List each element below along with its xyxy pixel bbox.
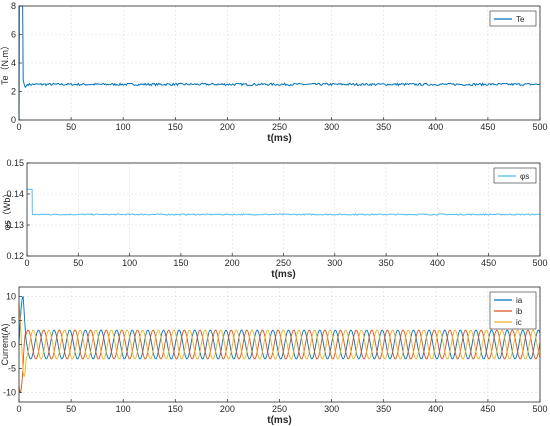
y-axis-label: Current(A) — [0, 323, 10, 365]
torque-chart: 0 50 100 150 200 250 300 350 400 450 500 0 2 4 6 8 t(m… — [0, 1, 548, 144]
x-tick-label: 150 — [173, 258, 188, 268]
y-tick-label: 0.15 — [6, 158, 24, 168]
x-tick-label: 350 — [376, 122, 391, 132]
y-tick-label: 0 — [11, 340, 16, 350]
y-tick-label: 6 — [11, 30, 16, 40]
x-tick-label: 50 — [73, 258, 83, 268]
x-tick-label: 450 — [481, 258, 496, 268]
legend-label: ib — [516, 307, 523, 316]
x-axis-label: t(ms) — [267, 415, 291, 426]
y-tick-labels: 0 2 4 6 8 — [11, 1, 22, 125]
x-tick-label: 250 — [276, 258, 291, 268]
grid — [18, 5, 541, 121]
x-tick-labels: 0 50 100 150 200 250 300 350 400 450 500 — [24, 253, 548, 268]
y-tick-label: 5 — [11, 316, 16, 326]
y-tick-label: 0.12 — [6, 251, 24, 261]
legend: ia ib ic — [489, 291, 537, 330]
x-tick-label: 50 — [66, 122, 76, 132]
x-tick-label: 100 — [122, 258, 137, 268]
x-tick-labels: 0 50 100 150 200 250 300 350 400 450 500 — [16, 117, 548, 132]
x-tick-label: 250 — [272, 122, 287, 132]
x-tick-label: 400 — [428, 404, 443, 414]
y-axis-label: Te（N.m） — [0, 41, 10, 85]
legend-label: Te — [516, 15, 525, 24]
x-tick-label: 350 — [376, 404, 391, 414]
x-tick-label: 300 — [324, 122, 339, 132]
x-tick-label: 400 — [430, 258, 445, 268]
x-tick-label: 0 — [16, 122, 21, 132]
x-tick-label: 200 — [225, 258, 240, 268]
x-tick-label: 450 — [480, 122, 495, 132]
y-tick-label: 4 — [11, 58, 16, 68]
grid — [26, 162, 541, 257]
x-tick-label: 200 — [220, 404, 235, 414]
legend: φs — [493, 167, 537, 184]
x-tick-label: 0 — [24, 258, 29, 268]
x-tick-label: 100 — [116, 404, 131, 414]
x-tick-label: 300 — [324, 404, 339, 414]
flux-chart: 0 50 100 150 200 250 300 350 400 450 500 0.120.130… — [2, 158, 548, 280]
x-tick-label: 500 — [532, 122, 547, 132]
x-tick-label: 0 — [16, 404, 21, 414]
y-tick-label: 0 — [11, 115, 16, 125]
x-tick-label: 350 — [379, 258, 394, 268]
x-tick-label: 500 — [532, 404, 547, 414]
x-tick-label: 500 — [532, 258, 547, 268]
x-tick-label: 50 — [66, 404, 76, 414]
y-tick-label: 2 — [11, 87, 16, 97]
legend-label: ic — [516, 318, 522, 327]
y-tick-label: 8 — [11, 1, 16, 11]
legend-label: φs — [520, 172, 529, 181]
x-tick-label: 300 — [327, 258, 342, 268]
x-tick-label: 150 — [168, 122, 183, 132]
x-tick-label: 400 — [428, 122, 443, 132]
x-tick-label: 250 — [272, 404, 287, 414]
y-axis-label: φs（Wb） — [2, 189, 12, 231]
figure: 0 50 100 150 200 250 300 350 400 450 500 02468 t(m… — [0, 1, 548, 426]
x-tick-label: 150 — [168, 404, 183, 414]
x-tick-label: 450 — [480, 404, 495, 414]
x-tick-label: 200 — [220, 122, 235, 132]
x-axis-label: t(ms) — [271, 269, 295, 280]
x-tick-label: 100 — [116, 122, 131, 132]
current-chart: 0 50 100 150 200 250 300 350 400 450 500 -10-50510… — [0, 286, 548, 426]
y-tick-label: 10 — [6, 292, 16, 302]
legend: Te — [489, 10, 537, 27]
legend-label: ia — [516, 296, 523, 305]
x-axis-label: t(ms) — [267, 133, 291, 144]
y-tick-label: -10 — [3, 387, 16, 397]
x-tick-labels: 0 50 100 150 200 250 300 350 400 450 500 — [16, 399, 548, 414]
